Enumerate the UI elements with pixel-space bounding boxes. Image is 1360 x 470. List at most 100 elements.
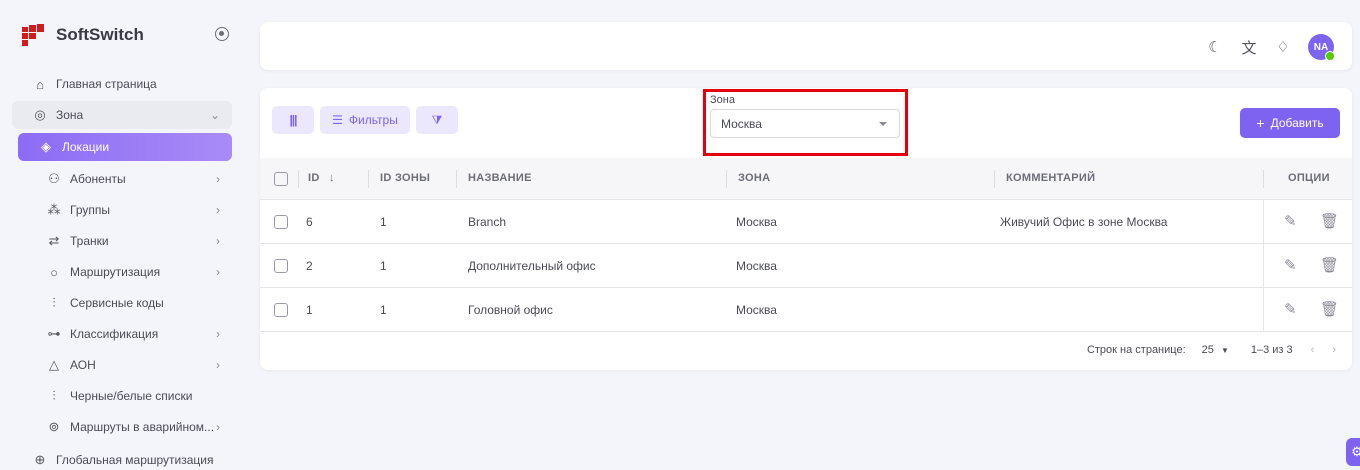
- select-all-checkbox[interactable]: [274, 172, 288, 186]
- delete-icon[interactable]: 🗑: [1320, 212, 1339, 230]
- edit-icon[interactable]: ✎: [1284, 256, 1297, 274]
- plus-icon: +: [1256, 115, 1265, 131]
- broadcast-icon: ⊚: [48, 419, 60, 434]
- sidebar-item-label: Локации: [62, 140, 110, 154]
- sidebar-item-emergency-routes[interactable]: ⊚ Маршруты в аварийном... ›: [18, 413, 232, 441]
- chevron-right-icon: ›: [216, 172, 220, 186]
- columns-icon: |||: [289, 113, 297, 127]
- hierarchy-icon: ⊶: [47, 326, 61, 341]
- sidebar-item-label: Зона: [56, 108, 84, 122]
- chevron-right-icon: ›: [216, 327, 220, 341]
- row-checkbox[interactable]: [274, 215, 288, 229]
- chevron-right-icon: ›: [216, 265, 220, 279]
- filters-button[interactable]: ☰ Фильтры: [320, 106, 410, 134]
- sidebar-item-routing[interactable]: ○ Маршрутизация ›: [18, 258, 232, 286]
- sliders-icon: ⫶: [52, 388, 56, 403]
- circle-icon: ○: [50, 264, 58, 280]
- chevron-right-icon: ›: [210, 453, 214, 467]
- sidebar-item-label: Транки: [70, 234, 109, 248]
- column-header-options: ОПЦИИ: [1288, 172, 1330, 184]
- cell-zone-id: 1: [380, 259, 387, 273]
- highlight-box: [703, 89, 908, 156]
- table-row[interactable]: 1 1 Головной офис Москва ✎ 🗑: [260, 288, 1352, 332]
- chevron-right-icon: ›: [216, 358, 220, 372]
- delete-icon[interactable]: 🗑: [1320, 256, 1339, 274]
- rows-per-page-select[interactable]: 25 ▼: [1202, 344, 1229, 356]
- sidebar-item-trunks[interactable]: ⇄ Транки ›: [18, 227, 232, 255]
- chevron-right-icon: ›: [216, 234, 220, 248]
- avatar[interactable]: NA: [1308, 34, 1335, 61]
- next-page-icon[interactable]: ›: [1332, 344, 1336, 356]
- cell-id: 2: [306, 259, 313, 273]
- sidebar-item-classification[interactable]: ⊶ Классификация ›: [18, 320, 232, 348]
- sidebar: SoftSwitch ⌂ Главная страница ◎ Зона ⌄ ◈…: [0, 0, 245, 470]
- brand: SoftSwitch: [22, 18, 237, 52]
- chevron-down-icon: ⌄: [209, 108, 220, 122]
- cell-id: 6: [306, 215, 313, 229]
- app-name: SoftSwitch: [56, 25, 144, 44]
- prev-page-icon[interactable]: ‹: [1311, 344, 1315, 356]
- softswitch-logo-icon: [22, 24, 44, 46]
- sidebar-item-label: Сервисные коды: [70, 296, 164, 310]
- chevron-right-icon: ›: [216, 203, 220, 217]
- dark-mode-icon[interactable]: ☾: [1206, 38, 1224, 56]
- dropdown-arrow-icon: ▼: [1220, 346, 1229, 355]
- cell-name: Головной офис: [468, 303, 553, 317]
- cell-comment: Живучий Офис в зоне Москва: [1000, 215, 1168, 229]
- notifications-bell-icon[interactable]: ♢: [1274, 38, 1292, 56]
- column-header-name[interactable]: НАЗВАНИЕ: [468, 172, 532, 184]
- filters-button-label: Фильтры: [348, 113, 398, 127]
- edit-icon[interactable]: ✎: [1284, 212, 1297, 230]
- delete-icon[interactable]: 🗑: [1320, 300, 1339, 318]
- pagination: Строк на странице: 25 ▼ 1–3 из 3 ‹ ›: [1087, 344, 1336, 356]
- location-pin-icon: ◎: [34, 107, 46, 122]
- cell-zone: Москва: [736, 303, 777, 317]
- cell-id: 1: [306, 303, 313, 317]
- target-icon: ◈: [41, 139, 51, 154]
- globe-icon: ⊕: [34, 452, 46, 467]
- cell-zone: Москва: [736, 215, 777, 229]
- arrows-icon: ⇄: [48, 233, 60, 248]
- sidebar-item-black-white-lists[interactable]: ⫶ Черные/белые списки: [18, 382, 232, 410]
- add-button[interactable]: + Добавить: [1240, 108, 1340, 138]
- edit-icon[interactable]: ✎: [1284, 300, 1297, 318]
- sidebar-pin-icon[interactable]: [215, 27, 229, 41]
- cell-name: Branch: [468, 215, 507, 229]
- sidebar-item-zone[interactable]: ◎ Зона ⌄: [12, 101, 232, 129]
- clear-filters-button[interactable]: ⧩: [416, 106, 458, 134]
- home-icon: ⌂: [36, 76, 44, 92]
- group-icon: ⁂: [47, 202, 61, 217]
- sliders-icon: ⫶: [52, 295, 56, 310]
- sidebar-item-label: Абоненты: [70, 172, 126, 186]
- page-range: 1–3 из 3: [1250, 344, 1293, 356]
- sidebar-item-service-codes[interactable]: ⫶ Сервисные коды: [18, 289, 232, 317]
- column-header-zone[interactable]: ЗОНА: [738, 172, 770, 184]
- sidebar-item-label: Главная страница: [56, 77, 157, 91]
- sidebar-item-locations[interactable]: ◈ Локации: [18, 133, 232, 161]
- sidebar-item-groups[interactable]: ⁂ Группы ›: [18, 196, 232, 224]
- row-checkbox[interactable]: [274, 303, 288, 317]
- sidebar-item-subscribers[interactable]: ⚇ Абоненты ›: [18, 165, 232, 193]
- filter-off-icon: ⧩: [431, 112, 443, 127]
- sidebar-item-label: Классификация: [70, 327, 159, 341]
- sidebar-item-aon[interactable]: △ АОН ›: [18, 351, 232, 379]
- table-row[interactable]: 2 1 Дополнительный офис Москва ✎ 🗑: [260, 244, 1352, 288]
- table-header: ID ↓ ID ЗОНЫ НАЗВАНИЕ ЗОНА КОММЕНТАРИЙ О…: [260, 158, 1352, 200]
- sidebar-item-label: Черные/белые списки: [70, 389, 193, 403]
- triangle-nodes-icon: △: [49, 357, 59, 372]
- column-header-id[interactable]: ID ↓: [308, 172, 335, 184]
- sidebar-item-label: Маршрутизация: [70, 265, 161, 279]
- translate-icon[interactable]: 文: [1240, 37, 1258, 58]
- sidebar-item-global-routing[interactable]: ⊕ Глобальная маршрутизация ›: [12, 446, 226, 470]
- column-header-comment[interactable]: КОММЕНТАРИЙ: [1006, 172, 1095, 184]
- table-row[interactable]: 6 1 Branch Москва Живучий Офис в зоне Мо…: [260, 200, 1352, 244]
- sidebar-item-home[interactable]: ⌂ Главная страница: [12, 70, 226, 98]
- columns-button[interactable]: |||: [272, 106, 314, 134]
- filter-lines-icon: ☰: [332, 113, 343, 127]
- sidebar-item-label: АОН: [70, 358, 96, 372]
- settings-gear-icon[interactable]: ⚙: [1346, 438, 1360, 466]
- sort-arrow-down-icon: ↓: [328, 172, 335, 184]
- row-checkbox[interactable]: [274, 259, 288, 273]
- add-button-label: Добавить: [1270, 116, 1324, 130]
- column-header-zone-id[interactable]: ID ЗОНЫ: [380, 172, 430, 184]
